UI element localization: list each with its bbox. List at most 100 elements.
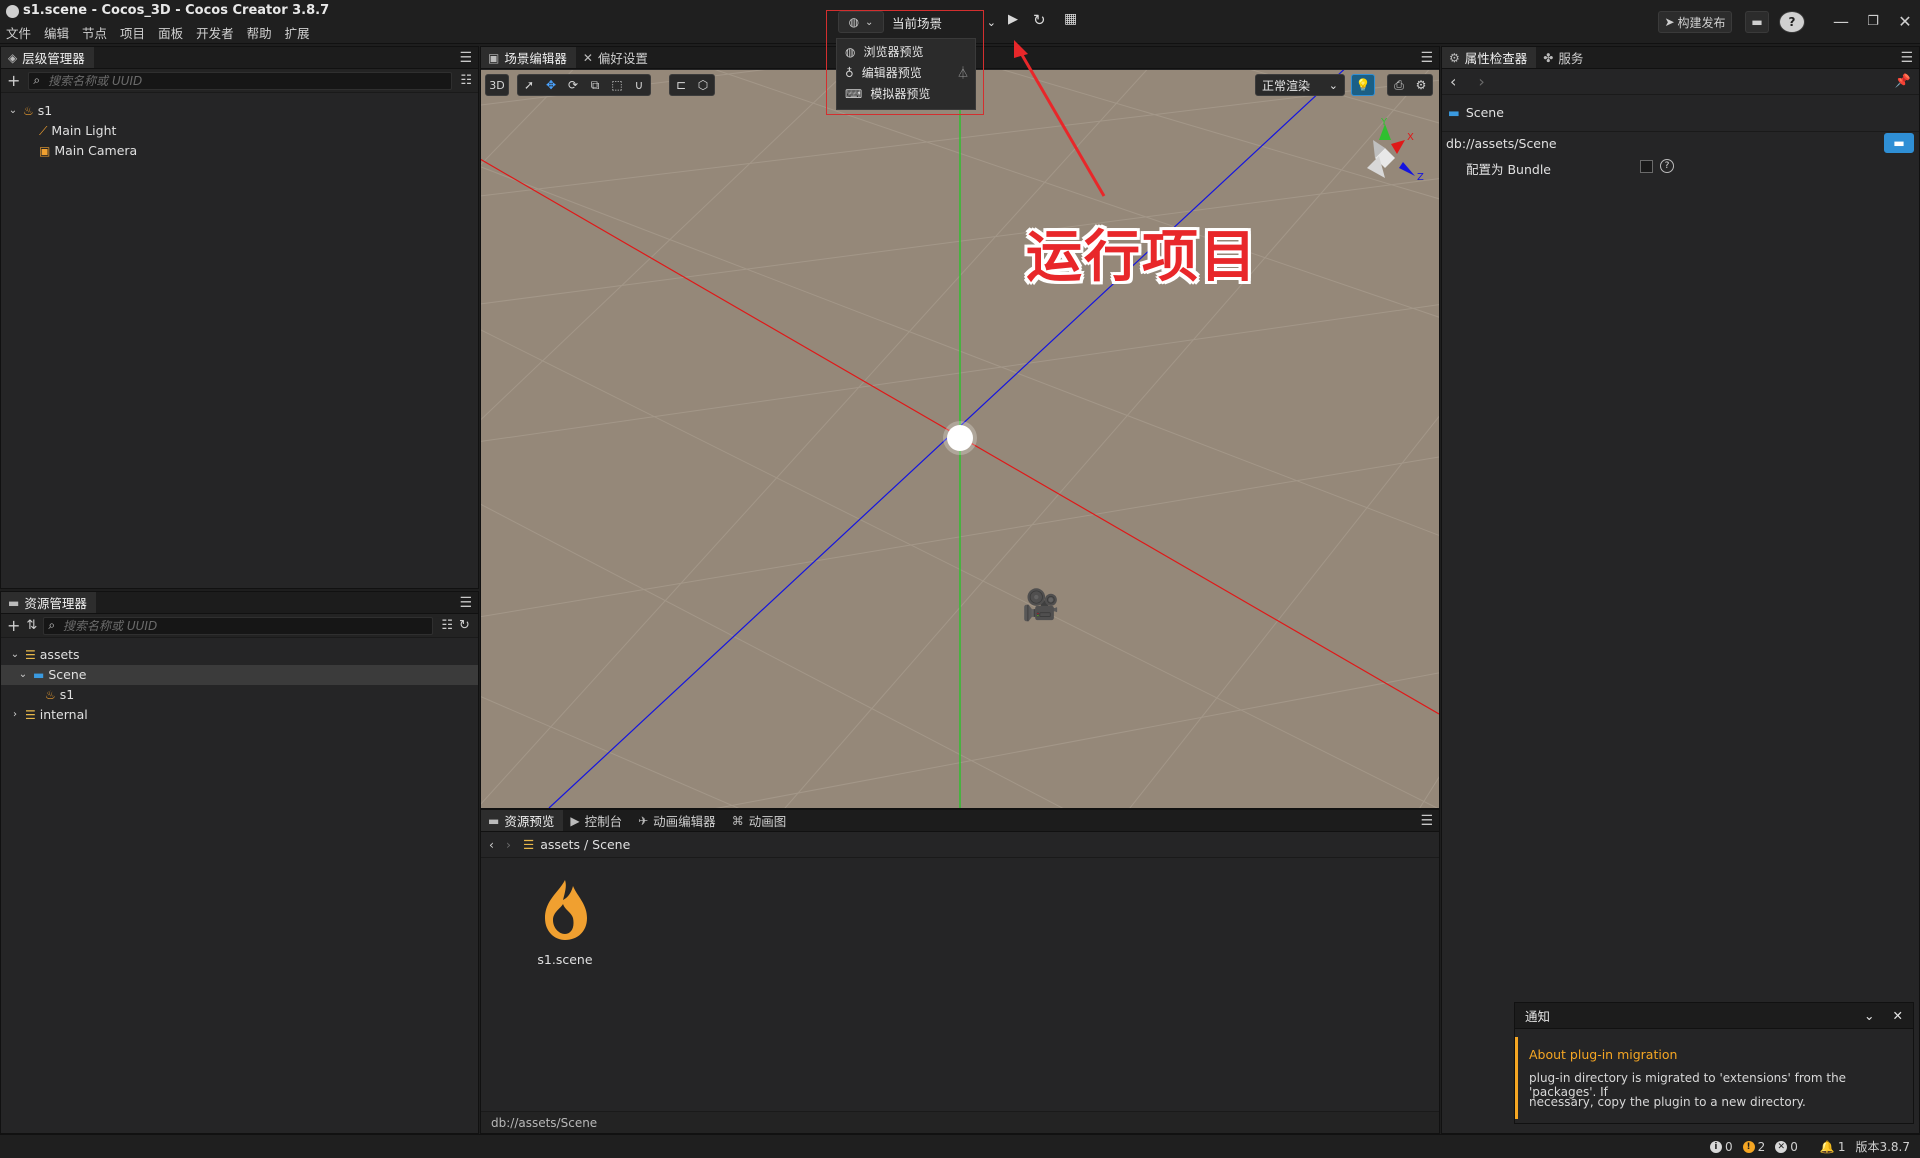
- menu-item-browser-preview[interactable]: ◍ 浏览器预览: [845, 42, 924, 62]
- tree-node-s1[interactable]: ⌄ ♨ s1: [7, 101, 52, 121]
- status-notifications[interactable]: 🔔 1: [1820, 1140, 1846, 1154]
- camera-gizmo-icon[interactable]: 🎥: [1022, 588, 1059, 623]
- menu-item-editor-preview[interactable]: ♁ 编辑器预览 ⏃: [845, 63, 969, 83]
- tab-hierarchy[interactable]: ◈ 层级管理器: [1, 47, 94, 68]
- menu-item-simulator-preview[interactable]: ⌨ 模拟器预览: [845, 84, 930, 104]
- bundle-checkbox[interactable]: [1640, 160, 1653, 173]
- chevron-down-icon: ⌄: [1328, 78, 1338, 92]
- camera-settings-icon[interactable]: ⎙: [1388, 78, 1410, 93]
- tab-asset-preview[interactable]: ▬ 资源预览: [481, 810, 564, 831]
- asset-internal[interactable]: › ☰ internal: [9, 705, 88, 725]
- refresh-icon[interactable]: ↻: [1033, 11, 1046, 29]
- pin-icon[interactable]: 📌: [1895, 74, 1911, 89]
- tab-console[interactable]: ▶ 控制台: [563, 810, 631, 831]
- folder-open-button[interactable]: ▬: [1745, 11, 1769, 33]
- global-icon[interactable]: ⬡: [692, 78, 714, 92]
- build-button[interactable]: ➤ 构建发布: [1658, 11, 1732, 33]
- light-icon: ⟋: [39, 124, 48, 138]
- minimize-icon[interactable]: —: [1830, 12, 1852, 32]
- hierarchy-panel: ◈ 层级管理器 ☰ + ⌕ 搜索名称或 UUID ☷ ⌄ ♨ s1 ⟋ Main…: [0, 46, 479, 589]
- menu-developer[interactable]: 开发者: [196, 23, 234, 42]
- tree-node-main-light[interactable]: ⟋ Main Light: [35, 121, 116, 141]
- terminal-icon: ▶: [570, 813, 580, 828]
- status-info-count: 0: [1724, 1139, 1733, 1154]
- panel-menu-icon[interactable]: ☰: [1420, 813, 1433, 829]
- status-warnings[interactable]: ! 2: [1742, 1140, 1765, 1154]
- tab-preferences[interactable]: ✕ 偏好设置: [576, 47, 657, 68]
- add-icon[interactable]: +: [7, 71, 20, 90]
- menu-node[interactable]: 节点: [82, 23, 107, 42]
- play-icon[interactable]: ▶: [1008, 12, 1018, 27]
- tab-animation-graph[interactable]: ⌘ 动画图: [725, 810, 796, 831]
- panel-menu-icon[interactable]: ☰: [1420, 50, 1433, 66]
- hierarchy-search-row: + ⌕ 搜索名称或 UUID ☷: [1, 69, 478, 93]
- render-mode-select[interactable]: 正常渲染 ⌄: [1255, 74, 1345, 96]
- magnet-icon[interactable]: ∪: [628, 78, 650, 92]
- help-button[interactable]: ?: [1779, 11, 1805, 33]
- restore-icon[interactable]: ❐: [1862, 12, 1884, 32]
- rotate-icon[interactable]: ⟳: [562, 78, 584, 92]
- assets-search-input[interactable]: ⌕ 搜索名称或 UUID: [43, 616, 434, 635]
- menu-panel[interactable]: 面板: [158, 23, 183, 42]
- status-info[interactable]: i 0: [1709, 1139, 1733, 1154]
- pivot-icon[interactable]: ⊏: [670, 78, 692, 92]
- asset-s1[interactable]: ♨ s1: [41, 685, 74, 705]
- notification-header-label: 通知: [1525, 1009, 1551, 1024]
- rect-icon[interactable]: ⬚: [606, 78, 628, 92]
- mode-3d-toggle[interactable]: 3D: [485, 74, 509, 96]
- tab-assets[interactable]: ▬ 资源管理器: [1, 592, 96, 613]
- tab-services[interactable]: ✤ 服务: [1536, 47, 1592, 68]
- orientation-gizmo[interactable]: Y X Z: [1345, 118, 1431, 198]
- breadcrumb: assets / Scene: [540, 837, 631, 852]
- asset-scene-folder[interactable]: ⌄ ▬ Scene: [1, 665, 478, 685]
- select-arrow-icon[interactable]: ➚: [518, 78, 540, 92]
- close-icon[interactable]: ✕: [1893, 1008, 1903, 1023]
- forward-icon[interactable]: ›: [1478, 72, 1484, 91]
- open-folder-button[interactable]: ▬: [1884, 133, 1914, 153]
- tab-label: 控制台: [584, 814, 623, 829]
- scene-viewport[interactable]: 🎥 3D ➚ ✥ ⟳ ⧉ ⬚ ∪ ⊏ ⬡ 正常渲染 ⌄ 💡 ⎙ ⚙ Y X Z: [481, 70, 1439, 808]
- pivot-tools: ⊏ ⬡: [669, 74, 715, 96]
- menu-project[interactable]: 项目: [120, 23, 145, 42]
- help-icon[interactable]: ?: [1660, 159, 1674, 173]
- scale-icon[interactable]: ⧉: [584, 78, 606, 93]
- asset-assets[interactable]: ⌄ ☰ assets: [9, 645, 80, 665]
- sort-icon[interactable]: ⇅: [26, 618, 37, 633]
- menu-file[interactable]: 文件: [6, 23, 31, 42]
- add-icon[interactable]: +: [7, 616, 20, 635]
- tree-node-main-camera[interactable]: ▣ Main Camera: [35, 141, 137, 161]
- tools-icon: ✕: [582, 50, 593, 65]
- chevron-down-icon[interactable]: ⌄: [9, 645, 21, 665]
- sort-list-icon[interactable]: ☷: [460, 73, 472, 88]
- menu-help[interactable]: 帮助: [247, 23, 272, 42]
- back-icon[interactable]: ‹: [1450, 72, 1456, 91]
- chevron-down-icon[interactable]: ⌄: [1864, 1008, 1874, 1023]
- sort-list-icon[interactable]: ☷: [441, 618, 453, 633]
- panel-menu-icon[interactable]: ☰: [1900, 50, 1913, 66]
- lighting-toggle[interactable]: 💡: [1351, 74, 1375, 96]
- gamepad-icon: ⌨: [845, 87, 863, 101]
- menu-extension[interactable]: 扩展: [285, 23, 310, 42]
- hierarchy-search-input[interactable]: ⌕ 搜索名称或 UUID: [28, 71, 453, 90]
- back-icon[interactable]: ‹: [489, 837, 494, 852]
- refresh-icon[interactable]: ↻: [459, 618, 470, 633]
- gizmo-y-label: Y: [1380, 118, 1388, 128]
- forward-icon[interactable]: ›: [506, 837, 511, 852]
- chevron-down-icon[interactable]: ⌄: [17, 665, 29, 685]
- folder-icon: ▬: [8, 595, 20, 610]
- chevron-down-icon[interactable]: ⌄: [7, 101, 19, 121]
- asset-thumbnail-s1[interactable]: s1.scene: [525, 878, 605, 967]
- panel-menu-icon[interactable]: ☰: [459, 50, 472, 66]
- gear-icon[interactable]: ⚙: [1410, 78, 1432, 92]
- directional-light-icon[interactable]: [947, 425, 973, 451]
- menu-edit[interactable]: 编辑: [44, 23, 69, 42]
- chevron-right-icon[interactable]: ›: [9, 705, 21, 725]
- move-icon[interactable]: ✥: [540, 78, 562, 92]
- tab-inspector[interactable]: ⚙ 属性检查器: [1442, 47, 1537, 68]
- close-icon[interactable]: ✕: [1894, 12, 1916, 32]
- status-errors[interactable]: ✕ 0: [1775, 1140, 1798, 1154]
- tab-scene-editor[interactable]: ▣ 场景编辑器: [481, 47, 576, 68]
- tab-animation-editor[interactable]: ✈ 动画编辑器: [631, 810, 725, 831]
- panel-menu-icon[interactable]: ☰: [459, 595, 472, 611]
- qrcode-icon[interactable]: ▦: [1064, 11, 1077, 27]
